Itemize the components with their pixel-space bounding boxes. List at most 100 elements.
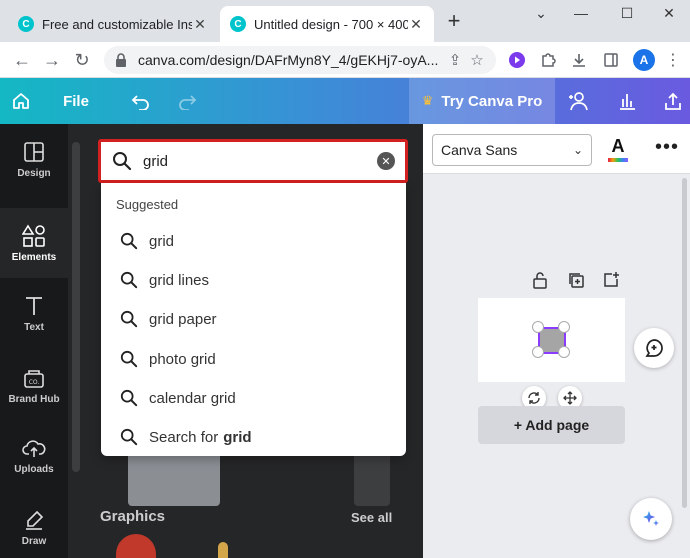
share-upload-icon[interactable] bbox=[658, 78, 688, 124]
rail-item-elements[interactable]: Elements bbox=[0, 208, 68, 278]
tab-search-chevron-icon[interactable]: ⌄ bbox=[520, 0, 562, 28]
file-menu-button[interactable]: File bbox=[58, 78, 94, 124]
browser-tab-instagram[interactable]: C Free and customizable Instag ✕ bbox=[8, 6, 218, 42]
resize-handle[interactable] bbox=[558, 346, 570, 358]
suggestion-item[interactable]: grid lines bbox=[101, 262, 406, 298]
magic-sparkle-button[interactable] bbox=[630, 498, 672, 540]
close-tab-icon[interactable]: ✕ bbox=[408, 16, 424, 33]
search-icon bbox=[119, 427, 139, 447]
crown-icon: ♛ bbox=[421, 93, 434, 108]
brand-hub-icon: CO. bbox=[22, 365, 46, 391]
lock-icon bbox=[112, 51, 130, 69]
font-family-dropdown[interactable]: Canva Sans ⌄ bbox=[432, 134, 592, 166]
maximize-window-icon[interactable]: ☐ bbox=[606, 0, 648, 28]
search-suggestions-dropdown: Suggested grid grid lines grid paper pho… bbox=[101, 183, 406, 456]
editor-scrollbar[interactable] bbox=[682, 178, 687, 508]
font-family-value: Canva Sans bbox=[441, 142, 518, 158]
suggestion-text: grid paper bbox=[149, 310, 217, 328]
resize-handle[interactable] bbox=[532, 346, 544, 358]
layout-icon bbox=[23, 139, 45, 165]
tab-title: Untitled design - 700 × 400p bbox=[254, 16, 408, 32]
search-icon bbox=[111, 150, 133, 172]
canva-favicon-icon: C bbox=[230, 16, 246, 32]
resize-handle[interactable] bbox=[558, 321, 570, 333]
share-people-icon[interactable] bbox=[564, 78, 594, 124]
add-page-button[interactable]: + Add page bbox=[478, 406, 625, 444]
rail-item-uploads[interactable]: Uploads bbox=[0, 420, 68, 490]
svg-text:CO.: CO. bbox=[29, 379, 40, 386]
suggestion-item[interactable]: photo grid bbox=[101, 341, 406, 377]
suggestion-text: grid lines bbox=[149, 271, 210, 289]
tab-title: Free and customizable Instag bbox=[42, 16, 192, 32]
try-canva-pro-label: Try Canva Pro bbox=[441, 92, 543, 110]
search-for-item[interactable]: Search for grid bbox=[101, 419, 406, 455]
search-for-prefix: Search for bbox=[149, 428, 219, 446]
chevron-down-icon: ⌄ bbox=[572, 143, 583, 157]
download-icon[interactable] bbox=[568, 49, 590, 71]
clear-search-icon[interactable]: ✕ bbox=[377, 152, 395, 170]
reload-icon[interactable]: ↻ bbox=[70, 48, 94, 72]
new-tab-button[interactable]: + bbox=[442, 10, 466, 34]
browser-menu-icon[interactable]: ⋮ bbox=[662, 49, 684, 71]
suggested-heading: Suggested bbox=[116, 197, 179, 212]
text-color-letter: A bbox=[611, 136, 625, 156]
resize-handle[interactable] bbox=[532, 321, 544, 333]
undo-icon[interactable] bbox=[128, 78, 154, 124]
url-text: canva.com/design/DAFrMyn8Y_4/gEKHj7-oyA.… bbox=[138, 52, 439, 68]
add-page-icon[interactable] bbox=[601, 270, 621, 290]
lock-page-icon[interactable] bbox=[530, 270, 550, 290]
search-input-value[interactable]: grid bbox=[143, 153, 377, 170]
minimize-window-icon[interactable]: — bbox=[560, 0, 602, 28]
sidebar-panel-icon[interactable] bbox=[600, 49, 622, 71]
canva-favicon-icon: C bbox=[18, 16, 34, 32]
suggestion-item[interactable]: calendar grid bbox=[101, 380, 406, 416]
profile-avatar[interactable]: A bbox=[633, 49, 655, 71]
rail-item-draw[interactable]: Draw bbox=[0, 492, 68, 558]
text-color-button[interactable]: A bbox=[607, 136, 629, 164]
close-tab-icon[interactable]: ✕ bbox=[192, 16, 208, 33]
grid-result-thumbnail[interactable] bbox=[354, 450, 390, 506]
try-canva-pro-button[interactable]: ♛ Try Canva Pro bbox=[409, 78, 555, 124]
graphic-thumbnail[interactable] bbox=[116, 534, 156, 558]
extension-record-icon[interactable] bbox=[506, 49, 528, 71]
shapes-icon bbox=[22, 223, 46, 249]
graphic-thumbnail[interactable] bbox=[218, 542, 228, 558]
text-toolbar: Canva Sans ⌄ A ••• bbox=[423, 124, 690, 174]
back-arrow-icon[interactable]: ← bbox=[10, 48, 34, 72]
search-icon bbox=[119, 270, 139, 290]
grid-result-thumbnail[interactable] bbox=[164, 450, 220, 506]
search-icon bbox=[119, 349, 139, 369]
forward-arrow-icon[interactable]: → bbox=[40, 48, 64, 72]
comment-button[interactable] bbox=[634, 328, 674, 368]
browser-address-bar: ← → ↻ canva.com/design/DAFrMyn8Y_4/gEKHj… bbox=[0, 42, 690, 78]
panel-scrollbar[interactable] bbox=[72, 142, 80, 472]
suggestion-item[interactable]: grid bbox=[101, 223, 406, 259]
browser-tab-untitled-design[interactable]: C Untitled design - 700 × 400p ✕ bbox=[220, 6, 434, 42]
suggestion-text: grid bbox=[149, 232, 175, 250]
browser-tab-strip: C Free and customizable Instag ✕ C Untit… bbox=[0, 0, 690, 42]
rail-item-design[interactable]: Design bbox=[0, 124, 68, 194]
redo-icon[interactable] bbox=[174, 78, 200, 124]
search-icon bbox=[119, 231, 139, 251]
suggestion-item[interactable]: grid paper bbox=[101, 301, 406, 337]
puzzle-extensions-icon[interactable] bbox=[537, 49, 559, 71]
search-icon bbox=[119, 388, 139, 408]
canva-top-bar: File ♛ Try Canva Pro bbox=[0, 78, 690, 124]
text-icon bbox=[24, 293, 44, 319]
elements-search-input[interactable]: grid ✕ bbox=[98, 139, 408, 183]
insights-chart-icon[interactable] bbox=[612, 78, 642, 124]
see-all-link[interactable]: See all bbox=[351, 510, 392, 525]
suggestion-text: photo grid bbox=[149, 350, 216, 368]
rail-item-brand-hub[interactable]: CO. Brand Hub bbox=[0, 350, 68, 420]
bookmark-star-icon[interactable]: ☆ bbox=[466, 51, 488, 69]
share-page-icon[interactable]: ⇪ bbox=[444, 51, 466, 69]
rail-item-text[interactable]: Text bbox=[0, 278, 68, 348]
suggestion-text: calendar grid bbox=[149, 389, 236, 407]
close-window-icon[interactable]: ✕ bbox=[648, 0, 690, 28]
color-gradient-bar bbox=[608, 158, 628, 162]
more-options-icon[interactable]: ••• bbox=[655, 136, 679, 159]
url-field[interactable]: canva.com/design/DAFrMyn8Y_4/gEKHj7-oyA.… bbox=[104, 46, 496, 74]
rail-item-label: Draw bbox=[21, 536, 47, 547]
duplicate-page-icon[interactable] bbox=[566, 270, 586, 290]
home-icon[interactable] bbox=[8, 78, 34, 124]
